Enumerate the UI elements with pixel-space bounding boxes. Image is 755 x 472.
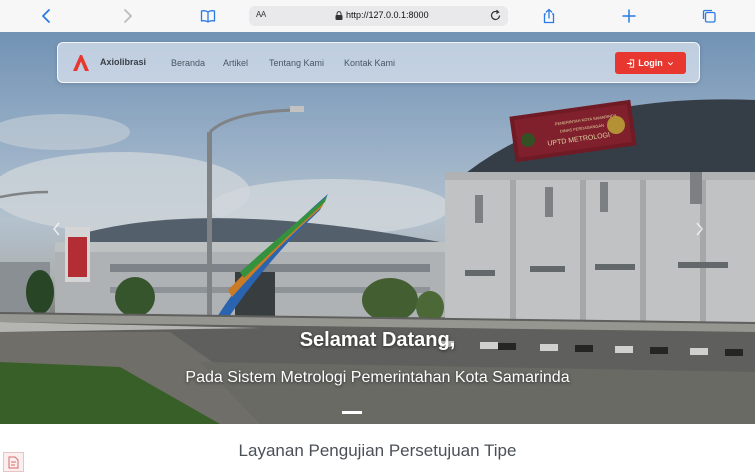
nav-link-tentang-kami[interactable]: Tentang Kami xyxy=(269,58,324,68)
address-bar[interactable]: AA http://127.0.0.1:8000 xyxy=(249,6,508,26)
brand-logo-icon[interactable] xyxy=(72,54,90,72)
nav-link-kontak-kami[interactable]: Kontak Kami xyxy=(344,58,395,68)
chevron-right-icon xyxy=(696,222,704,236)
text-size-button[interactable]: AA xyxy=(256,10,266,19)
chevron-left-icon xyxy=(42,9,50,23)
login-label: Login xyxy=(638,58,663,68)
lock-icon xyxy=(335,11,343,20)
service-thumbnail xyxy=(3,452,24,472)
carousel-next-button[interactable] xyxy=(692,220,706,238)
back-button[interactable] xyxy=(37,6,57,26)
carousel-indicator-active[interactable] xyxy=(342,411,362,414)
login-icon xyxy=(627,58,635,68)
plus-icon xyxy=(622,9,636,23)
new-tab-button[interactable] xyxy=(619,6,639,26)
hero-carousel: PEMERINTAH KOTA SAMARINDA DINAS PERDAGAN… xyxy=(0,32,755,424)
hero-title: Selamat Datang, xyxy=(299,329,456,351)
section-title: Layanan Pengujian Persetujuan Tipe xyxy=(238,441,517,460)
share-icon xyxy=(543,8,555,24)
share-button[interactable] xyxy=(539,6,559,26)
carousel-prev-button[interactable] xyxy=(50,220,64,238)
browser-toolbar: AA http://127.0.0.1:8000 xyxy=(0,0,755,32)
navbar: Axiolibrasi Beranda Artikel Tentang Kami… xyxy=(57,42,700,83)
chevron-right-icon xyxy=(124,9,132,23)
forward-button[interactable] xyxy=(117,6,137,26)
chevron-left-icon xyxy=(52,222,60,236)
chevron-down-icon xyxy=(667,61,673,65)
document-icon xyxy=(3,452,24,472)
nav-link-beranda[interactable]: Beranda xyxy=(171,58,205,68)
nav-link-artikel[interactable]: Artikel xyxy=(223,58,248,68)
login-button[interactable]: Login xyxy=(615,52,686,74)
url-text: http://127.0.0.1:8000 xyxy=(346,10,429,20)
bookmarks-button[interactable] xyxy=(198,6,218,26)
hero-subtitle: Pada Sistem Metrologi Pemerintahan Kota … xyxy=(185,369,570,386)
book-icon xyxy=(200,10,216,23)
tabs-overview-button[interactable] xyxy=(699,6,719,26)
brand-name[interactable]: Axiolibrasi xyxy=(100,57,146,67)
hero-overlay xyxy=(0,32,755,424)
reload-icon[interactable] xyxy=(489,9,502,22)
tabs-icon xyxy=(702,9,716,23)
